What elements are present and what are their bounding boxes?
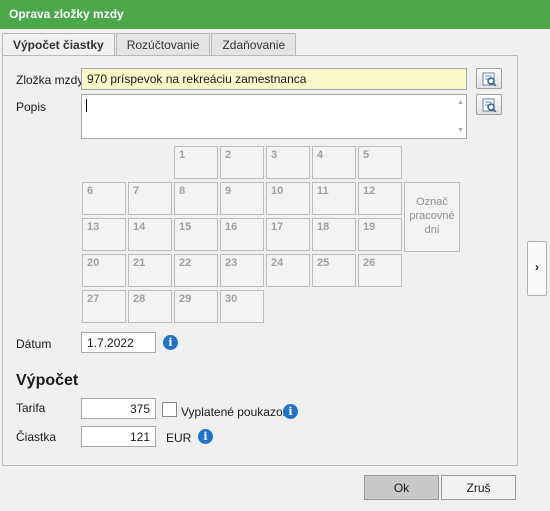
calendar-day[interactable]: 1 [174,146,218,179]
search-list-icon [482,72,497,86]
calendar-day[interactable]: 19 [358,218,402,251]
calendar-day[interactable]: 2 [220,146,264,179]
scroll-down-icon[interactable]: ▼ [457,127,464,134]
calendar-day[interactable]: 15 [174,218,218,251]
calendar-day[interactable]: 17 [266,218,310,251]
calendar-day[interactable]: 26 [358,254,402,287]
calendar-day[interactable]: 3 [266,146,310,179]
expand-side-panel-button[interactable]: › [527,241,547,296]
popis-field[interactable]: ▲ ▼ [81,94,467,139]
tarifa-field[interactable]: 375 [81,398,156,419]
scroll-up-icon[interactable]: ▲ [457,99,464,106]
calendar-day[interactable]: 6 [82,182,126,215]
calendar-day[interactable]: 14 [128,218,172,251]
tab-zdanovanie[interactable]: Zdaňovanie [211,33,297,55]
tab-vypocet-ciastky[interactable]: Výpočet čiastky [2,33,115,56]
mark-line-3: dni [424,224,440,236]
calendar-day[interactable]: 16 [220,218,264,251]
calendar-day[interactable]: 20 [82,254,126,287]
zlozka-field[interactable]: 970 príspevok na rekreáciu zamestnanca [81,68,467,90]
calendar-day[interactable]: 8 [174,182,218,215]
window-title: Oprava zložky mzdy [0,0,550,29]
calendar-day[interactable]: 24 [266,254,310,287]
tab-panel: Zložka mzdy 970 príspevok na rekreáciu z… [2,55,518,466]
calendar-day[interactable]: 13 [82,218,126,251]
calendar-day[interactable]: 25 [312,254,356,287]
tab-rozuctovanie[interactable]: Rozúčtovanie [115,33,211,55]
mark-line-1: Označ [416,196,448,208]
datum-field[interactable]: 1.7.2022 [81,332,156,353]
calendar-day[interactable]: 28 [128,290,172,323]
text-cursor [86,99,87,113]
mark-working-days-button[interactable]: Označ pracovné dni [404,182,460,252]
currency-label: EUR [166,431,192,445]
popis-label: Popis [16,100,47,114]
ok-button[interactable]: Ok [364,475,439,500]
calendar-day[interactable]: 12 [358,182,402,215]
calendar-day[interactable]: 29 [174,290,218,323]
poukaz-info-icon[interactable]: i [283,404,298,419]
ciastka-info-icon[interactable]: i [198,429,213,444]
calendar-day[interactable]: 9 [220,182,264,215]
calendar-day[interactable]: 5 [358,146,402,179]
datum-info-icon[interactable]: i [163,335,178,350]
tab-bar: Výpočet čiastky Rozúčtovanie Zdaňovanie [2,33,297,56]
datum-label: Dátum [16,337,52,351]
vyplatene-poukazom-checkbox[interactable] [162,402,177,417]
calendar-day[interactable]: 7 [128,182,172,215]
calendar-day[interactable]: 30 [220,290,264,323]
calendar-day[interactable]: 27 [82,290,126,323]
calendar-day[interactable]: 10 [266,182,310,215]
vypocet-title: Výpočet [16,372,79,389]
vyplatene-poukazom-label: Vyplatené poukazom [181,405,293,419]
zlozka-label: Zložka mzdy [16,73,84,87]
calendar-day[interactable]: 21 [128,254,172,287]
tarifa-label: Tarifa [16,401,46,415]
search-list-icon [482,98,497,112]
chevron-right-icon: › [535,260,539,274]
calendar-day[interactable]: 23 [220,254,264,287]
zlozka-lookup-button[interactable] [476,68,502,89]
calendar-day[interactable]: 22 [174,254,218,287]
calendar-day[interactable]: 4 [312,146,356,179]
mark-line-2: pracovné [409,210,455,222]
calendar-day[interactable]: 11 [312,182,356,215]
calendar-day[interactable]: 18 [312,218,356,251]
cancel-button[interactable]: Zruš [441,475,516,500]
popis-lookup-button[interactable] [476,94,502,115]
ciastka-field[interactable]: 121 [81,426,156,447]
ciastka-label: Čiastka [16,430,57,444]
